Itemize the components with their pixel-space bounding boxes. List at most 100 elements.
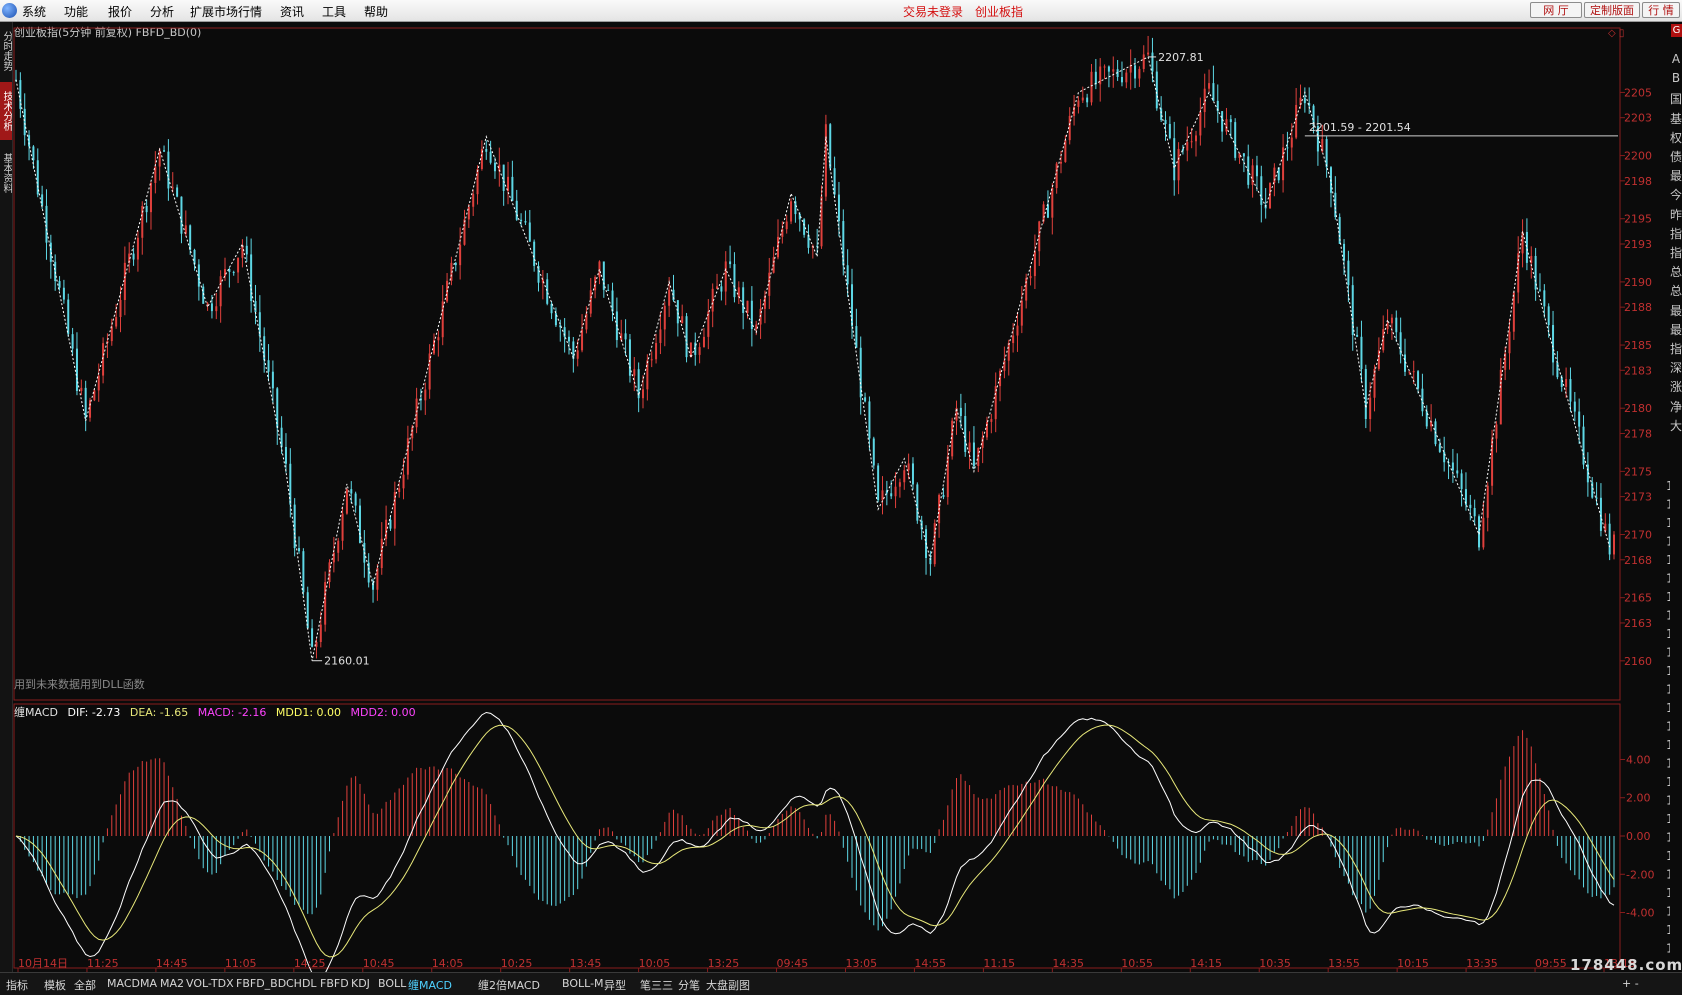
candle-body xyxy=(1325,139,1328,168)
candle-body xyxy=(877,465,880,501)
trade-login-status[interactable]: 交易未登录 xyxy=(903,3,963,20)
menu-system[interactable]: 系统 xyxy=(22,3,46,20)
candle-body xyxy=(1491,438,1494,486)
indicator-tab-16[interactable]: 笔三三 xyxy=(640,977,673,993)
candle-body xyxy=(942,494,945,498)
candle-body xyxy=(959,407,962,417)
candle-body xyxy=(224,269,227,277)
right-panel-label: 今 xyxy=(1670,188,1682,203)
candle-body xyxy=(633,369,636,376)
price-tick-label: 2195 xyxy=(1624,213,1652,226)
candle-body xyxy=(1321,139,1324,152)
indicator-tab-2[interactable]: 全部 xyxy=(74,977,96,993)
indicator-tab-10[interactable]: KDJ xyxy=(351,977,370,990)
time-tick-label: 14:45 xyxy=(156,957,188,970)
candle-body xyxy=(646,360,649,390)
candle-body xyxy=(241,245,244,258)
candle-body xyxy=(298,548,301,552)
menu-analysis[interactable]: 分析 xyxy=(150,3,174,20)
candle-body xyxy=(1360,336,1363,370)
candle-body xyxy=(1547,306,1550,326)
right-panel-label: 国 xyxy=(1670,92,1682,107)
price-tick-label: 2190 xyxy=(1624,276,1652,289)
main-pane-border xyxy=(13,27,1621,701)
candle-body xyxy=(1168,123,1171,139)
indicator-tab-1[interactable]: 模板 xyxy=(44,977,66,993)
candle-body xyxy=(746,300,749,313)
kline-chart[interactable]: 2207.81 2160.01 2201.59 - 2201.54 2205 2203… xyxy=(0,0,1682,994)
candle-body xyxy=(1090,71,1093,103)
menu-function[interactable]: 功能 xyxy=(64,3,88,20)
candle-body xyxy=(376,568,379,590)
indicator-tab-14[interactable]: BOLL-M xyxy=(562,977,604,990)
candle-body xyxy=(1451,462,1454,471)
candle-body xyxy=(1290,137,1293,148)
candle-body xyxy=(1595,497,1598,499)
current-index-name: 创业板指 xyxy=(975,5,1024,19)
candle-body xyxy=(803,219,806,235)
zoom-controls[interactable]: + - xyxy=(1622,977,1639,990)
menu-tools[interactable]: 工具 xyxy=(322,3,346,20)
time-tick-label: 10:35 xyxy=(1259,957,1291,970)
candle-body xyxy=(197,264,200,287)
candle-body xyxy=(350,489,353,494)
candle-body xyxy=(951,420,954,457)
candle-body xyxy=(964,416,967,452)
candle-body xyxy=(363,542,366,563)
indicator-tab-15[interactable]: 异型 xyxy=(604,977,626,993)
tab-fundamentals[interactable]: 基本资料 xyxy=(0,144,12,202)
candle-body xyxy=(624,333,627,340)
indicator-tab-4[interactable]: MA xyxy=(140,977,157,990)
candle-body xyxy=(1225,119,1228,132)
menu-help[interactable]: 帮助 xyxy=(364,3,388,20)
candle-body xyxy=(999,370,1002,387)
candle-body xyxy=(650,359,653,361)
tab-intraday[interactable]: 分时走势 xyxy=(0,24,12,78)
indicator-tab-8[interactable]: CHDL xyxy=(286,977,317,990)
app-logo-icon[interactable] xyxy=(2,3,17,18)
candle-body xyxy=(58,281,61,288)
online-hall-button[interactable]: 网 厅 xyxy=(1530,2,1582,18)
tab-technical-analysis[interactable]: 技术分析 xyxy=(0,82,12,140)
menu-extended-market[interactable]: 扩展市场行情 xyxy=(190,3,262,20)
indicator-tab-7[interactable]: FBFD_BD xyxy=(236,977,286,990)
candle-body xyxy=(1229,119,1232,123)
candle-body xyxy=(1269,182,1272,209)
macd-indicator-name[interactable]: 缠MACD xyxy=(14,706,58,719)
indicator-tab-18[interactable]: 大盘副图 xyxy=(706,977,750,993)
indicator-tab-17[interactable]: 分笔 xyxy=(678,977,700,993)
candle-body xyxy=(419,398,422,401)
candle-body xyxy=(607,289,610,291)
right-panel-label: B xyxy=(1671,71,1681,86)
indicator-tab-6[interactable]: VOL-TDX xyxy=(186,977,234,990)
candle-body xyxy=(380,538,383,569)
indicator-tab-9[interactable]: FBFD xyxy=(320,977,349,990)
menu-news[interactable]: 资讯 xyxy=(280,3,304,20)
candle-body xyxy=(755,324,758,330)
candle-body xyxy=(480,148,483,170)
candle-body xyxy=(1478,516,1481,548)
indicator-tab-3[interactable]: MACD xyxy=(107,977,140,990)
indicator-tab-11[interactable]: BOLL xyxy=(378,977,406,990)
menu-quote[interactable]: 报价 xyxy=(108,3,132,20)
candle-body xyxy=(1334,192,1337,218)
candle-body xyxy=(1390,317,1393,324)
indicator-tab-12[interactable]: 缠MACD xyxy=(408,977,452,993)
custom-layout-button[interactable]: 定制版面 xyxy=(1584,2,1640,18)
candle-body xyxy=(428,353,431,390)
candle-body xyxy=(1364,369,1367,420)
candle-body xyxy=(97,375,100,391)
candle-body xyxy=(1068,115,1071,141)
panel-toggle-badge[interactable]: G xyxy=(1671,24,1682,37)
candle-body xyxy=(115,316,118,327)
indicator-tab-13[interactable]: 缠2倍MACD xyxy=(478,977,540,993)
indicator-tab-0[interactable]: 指标 xyxy=(6,977,28,993)
candle-body xyxy=(210,303,213,312)
candle-body xyxy=(1460,473,1463,490)
candle-body xyxy=(1377,350,1380,369)
candle-body xyxy=(1064,140,1067,162)
quotes-button[interactable]: 行 情 xyxy=(1642,2,1680,18)
candle-body xyxy=(1295,104,1298,138)
indicator-tab-5[interactable]: MA2 xyxy=(160,977,184,990)
right-panel-label: 大 xyxy=(1670,418,1682,433)
